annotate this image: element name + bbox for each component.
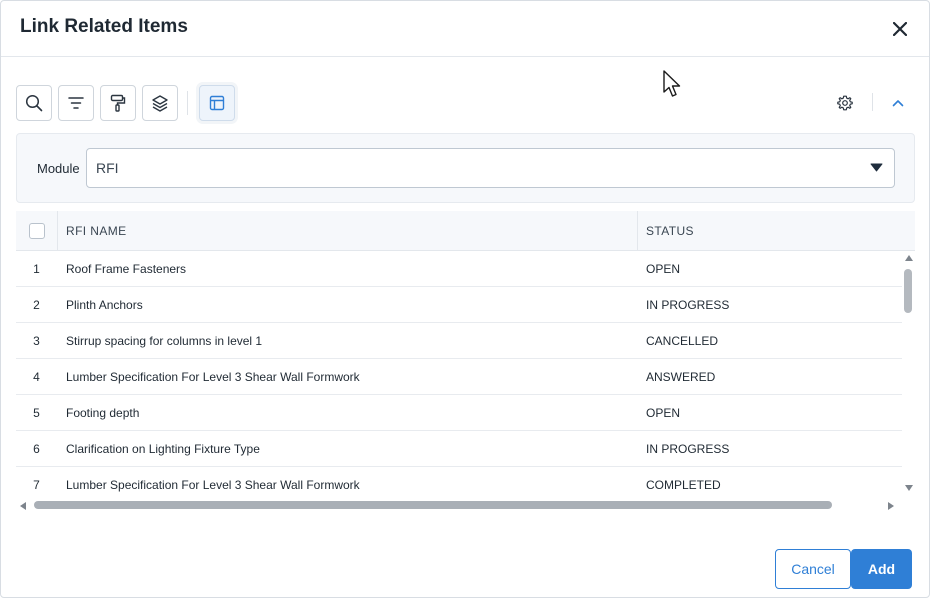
table-row[interactable]: 6 Clarification on Lighting Fixture Type I…: [16, 431, 902, 467]
table-row[interactable]: 2 Plinth Anchors IN PROGRESS: [16, 287, 902, 323]
table-header: RFI NAME STATUS: [16, 211, 915, 251]
table-row[interactable]: 1 Roof Frame Fasteners OPEN: [16, 251, 902, 287]
search-button[interactable]: [16, 85, 52, 121]
table-row[interactable]: 3 Stirrup spacing for columns in level 1 C…: [16, 323, 902, 359]
mouse-cursor-icon: [663, 70, 681, 97]
row-number: 5: [33, 406, 40, 420]
gear-icon: [837, 95, 853, 111]
row-number: 1: [33, 262, 40, 276]
link-related-items-dialog: Link Related Items Module RFI RFI NAME S…: [0, 0, 930, 598]
dialog-header: Link Related Items: [1, 1, 929, 57]
close-button[interactable]: [887, 16, 913, 42]
layers-icon: [152, 95, 168, 112]
select-all-checkbox[interactable]: [29, 223, 45, 239]
row-number: 7: [33, 478, 40, 492]
chevron-up-icon: [892, 100, 904, 107]
cancel-button[interactable]: Cancel: [775, 549, 851, 589]
dialog-title: Link Related Items: [20, 16, 188, 37]
rfi-name-cell: Plinth Anchors: [66, 298, 143, 312]
status-cell: COMPLETED: [646, 478, 721, 492]
status-cell: IN PROGRESS: [646, 442, 730, 456]
status-cell: IN PROGRESS: [646, 298, 730, 312]
status-cell: OPEN: [646, 262, 681, 276]
rfi-name-cell: Roof Frame Fasteners: [66, 262, 187, 276]
add-button[interactable]: Add: [851, 549, 912, 589]
collapse-button[interactable]: [888, 93, 908, 113]
rfi-name-cell: Lumber Specification For Level 3 Shear W…: [66, 478, 360, 492]
search-icon: [25, 94, 43, 112]
rfi-name-cell: Stirrup spacing for columns in level 1: [66, 334, 263, 348]
toolbar-divider: [187, 91, 188, 115]
horizontal-scrollbar[interactable]: [16, 499, 902, 513]
paint-roller-icon: [110, 94, 126, 112]
layers-button[interactable]: [142, 85, 178, 121]
row-number: 2: [33, 298, 40, 312]
row-number: 6: [33, 442, 40, 456]
horizontal-scrollbar-thumb[interactable]: [34, 501, 832, 509]
column-header-rfi-name[interactable]: RFI NAME: [66, 224, 127, 238]
table-layout-button[interactable]: [199, 85, 235, 121]
format-button[interactable]: [100, 85, 136, 121]
caret-down-icon: [870, 163, 883, 172]
row-number: 3: [33, 334, 40, 348]
table-row[interactable]: 4 Lumber Specification For Level 3 Shear …: [16, 359, 902, 395]
rfi-table: RFI NAME STATUS 1 Roof Frame Fasteners OPE…: [16, 211, 915, 513]
toolbar-right-divider: [872, 93, 873, 111]
module-select-value: RFI: [96, 160, 119, 176]
filter-icon: [68, 97, 84, 109]
rfi-name-cell: Footing depth: [66, 406, 140, 420]
vertical-scrollbar[interactable]: [902, 251, 915, 497]
table-layout-icon: [209, 95, 225, 111]
module-panel: Module RFI: [16, 133, 915, 203]
scroll-right-arrow-icon[interactable]: [888, 502, 894, 510]
status-cell: OPEN: [646, 406, 681, 420]
row-number: 4: [33, 370, 40, 384]
filter-button[interactable]: [58, 85, 94, 121]
status-cell: CANCELLED: [646, 334, 719, 348]
scroll-down-arrow-icon[interactable]: [905, 485, 913, 491]
scroll-up-arrow-icon[interactable]: [905, 255, 913, 261]
rfi-name-cell: Lumber Specification For Level 3 Shear W…: [66, 370, 360, 384]
table-row[interactable]: 5 Footing depth OPEN: [16, 395, 902, 431]
table-row[interactable]: 7 Lumber Specification For Level 3 Shear …: [16, 467, 902, 503]
module-select[interactable]: RFI: [86, 148, 895, 188]
status-cell: ANSWERED: [646, 370, 716, 384]
close-icon: [893, 22, 907, 36]
rfi-name-cell: Clarification on Lighting Fixture Type: [66, 442, 260, 456]
column-header-status[interactable]: STATUS: [646, 224, 694, 238]
settings-button[interactable]: [835, 93, 855, 113]
scroll-left-arrow-icon[interactable]: [20, 502, 26, 510]
vertical-scrollbar-thumb[interactable]: [904, 269, 912, 313]
module-label: Module: [37, 161, 80, 176]
